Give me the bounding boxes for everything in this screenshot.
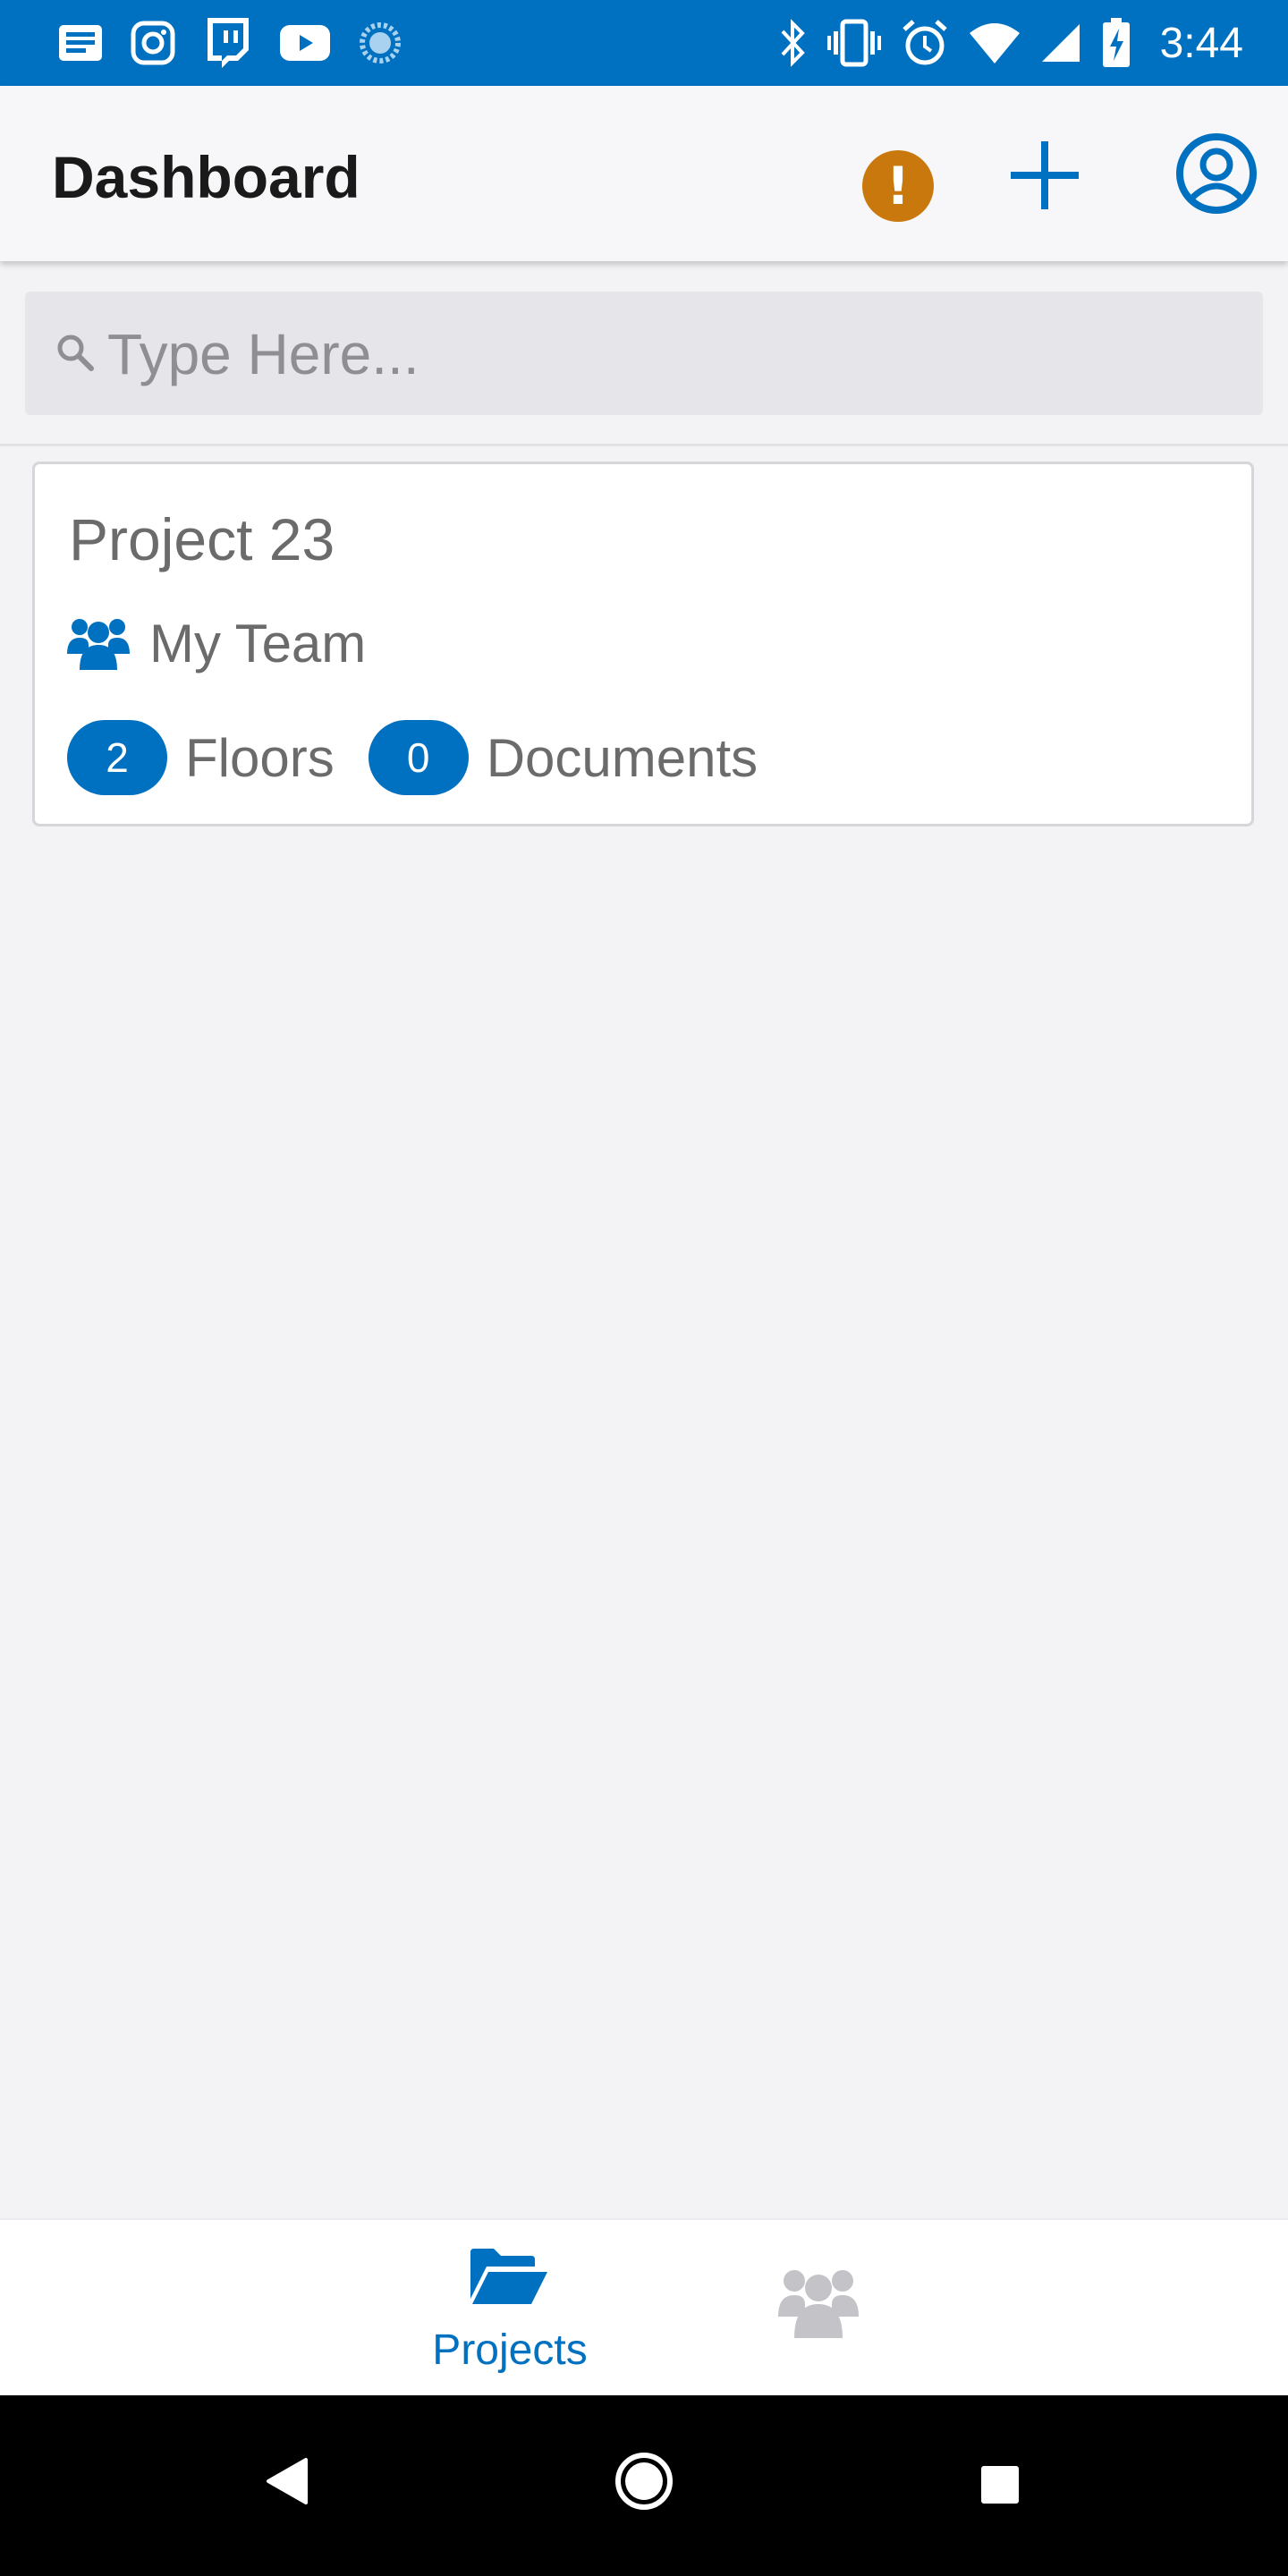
user-circle-icon: [1176, 133, 1257, 214]
tab-projects-label: Projects: [432, 2326, 588, 2374]
status-time: 3:44: [1159, 19, 1243, 67]
alert-icon: !: [886, 156, 911, 216]
vibrate-icon: [826, 19, 881, 67]
status-system-icons: 3:44: [777, 16, 1243, 70]
status-bar: 3:44: [0, 0, 1288, 86]
profile-button[interactable]: [1175, 132, 1258, 215]
project-name: Project 23: [69, 506, 335, 572]
search-input[interactable]: [106, 313, 1236, 395]
alert-button[interactable]: !: [862, 150, 934, 222]
page-title: Dashboard: [52, 144, 360, 210]
team-icon: [778, 2270, 859, 2338]
recents-icon[interactable]: [980, 2465, 1020, 2504]
bluetooth-icon: [777, 19, 808, 67]
instagram-icon: [131, 21, 175, 65]
documents-count-badge: 0: [368, 720, 469, 795]
search-box[interactable]: [25, 292, 1263, 415]
system-nav-bar: [0, 2395, 1288, 2576]
home-icon[interactable]: [614, 2451, 674, 2512]
youtube-icon: [279, 24, 331, 62]
add-project-button[interactable]: [1009, 140, 1080, 211]
team-name: My Team: [149, 613, 367, 674]
back-icon[interactable]: [265, 2456, 309, 2506]
search-icon: [57, 335, 94, 371]
screen: 3:44 Dashboard ! Type Here... Project 23…: [0, 0, 1288, 2576]
search-bar: [0, 261, 1288, 446]
signal-icon: [1040, 22, 1081, 64]
tab-projects[interactable]: Projects: [420, 2247, 599, 2381]
battery-charging-icon: [1101, 18, 1131, 68]
bottom-tab-bar: Projects: [0, 2218, 1288, 2397]
wifi-icon: [969, 22, 1021, 64]
twitch-icon: [202, 16, 252, 70]
documents-label: Documents: [486, 727, 758, 788]
news-icon: [57, 23, 104, 63]
folder-open-icon: [470, 2249, 547, 2304]
loading-icon: [358, 21, 402, 65]
project-card[interactable]: Project 23 My Team 2 Floors 0 Documents: [32, 462, 1254, 826]
tab-teams[interactable]: [778, 2265, 868, 2345]
plus-icon: [1011, 141, 1079, 209]
app-bar: Dashboard !: [0, 86, 1288, 261]
floors-count-badge: 2: [67, 720, 167, 795]
project-counts: 2 Floors 0 Documents: [67, 718, 792, 797]
status-notification-icons: [57, 16, 402, 70]
alarm-icon: [901, 19, 949, 67]
team-icon: [67, 619, 130, 670]
floors-label: Floors: [185, 727, 335, 788]
project-team: My Team: [67, 607, 366, 679]
